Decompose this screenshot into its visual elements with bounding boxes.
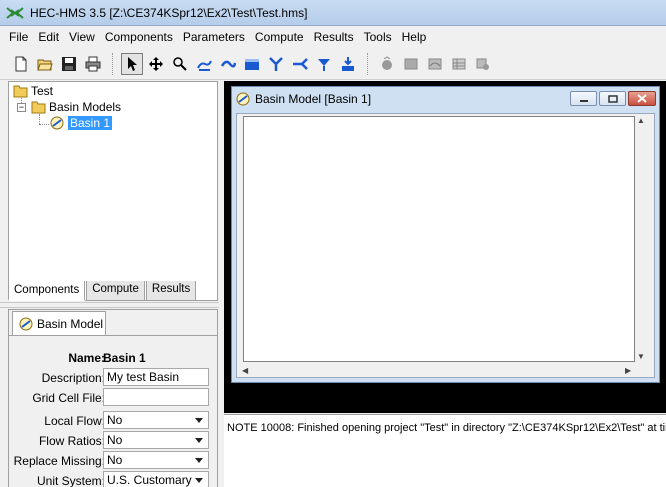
tab-components[interactable]: Components [8,281,86,301]
basin-canvas[interactable] [243,116,635,362]
watershed-explorer-tree: Test − Basin Models Basin 1 [8,81,218,301]
tree-project-label: Test [31,84,54,98]
reservoir-icon[interactable] [241,53,263,75]
basin-model-icon [50,116,64,130]
open-icon[interactable] [34,53,56,75]
message-log: NOTE 10008: Finished opening project "Te… [224,414,666,487]
tree-connector [39,114,40,124]
junction-icon[interactable] [265,53,287,75]
tree-basin-models-label: Basin Models [49,100,122,114]
save-icon[interactable] [58,53,80,75]
run-icon [376,53,398,75]
scroll-up-arrow[interactable]: ▲ [637,116,645,125]
arrow-select-icon[interactable] [121,52,143,75]
name-label: Name: [68,351,105,365]
menu-bar: File Edit View Components Parameters Com… [0,26,666,48]
menu-edit[interactable]: Edit [33,30,64,44]
menu-help[interactable]: Help [397,30,432,44]
reach-icon[interactable] [217,53,239,75]
tree-collapse-toggle[interactable]: − [17,103,26,112]
tree-connector [39,124,49,125]
editor-form: Name: Basin 1 Description: My test Basin… [9,335,217,487]
chevron-down-icon [195,477,203,483]
minimize-icon [579,99,588,102]
print-icon[interactable] [82,53,104,75]
diversion-icon[interactable] [289,53,311,75]
scroll-down-arrow[interactable]: ▼ [637,352,645,361]
toolbar-separator [112,52,113,75]
unit-system-select[interactable]: U.S. Customary [103,471,209,487]
local-flow-value: No [107,413,123,427]
close-button[interactable] [628,91,656,106]
scroll-left-arrow[interactable]: ◀ [242,366,248,375]
tab-results[interactable]: Results [145,281,197,301]
grid-cell-file-field[interactable] [103,388,209,406]
replace-missing-value: No [107,453,123,467]
unit-system-value: U.S. Customary [107,473,192,487]
local-flow-label: Local Flow: [44,414,105,428]
replace-missing-label: Replace Missing: [13,454,105,468]
tree-item-project[interactable]: Test [13,84,53,98]
disabled-tool-icon-3 [448,53,470,75]
title-bar: HEC-HMS 3.5 [Z:\CE374KSpr12\Ex2\Test\Tes… [0,0,666,26]
tree-basin-1-label: Basin 1 [68,116,113,130]
unit-system-label: Unit System: [36,474,105,487]
editor-tab-label: Basin Model [37,316,104,331]
flow-ratios-label: Flow Ratios: [38,434,105,448]
sink-icon[interactable] [337,53,359,75]
explorer-tabs: Components Compute Results [8,281,197,301]
grid-cell-file-label: Grid Cell File: [32,391,105,405]
menu-view[interactable]: View [64,30,100,44]
basin-model-window: Basin Model [Basin 1] ▲ ▼ ◀ ▶ [231,86,660,383]
tree-item-basin-1[interactable]: Basin 1 [50,116,113,130]
folder-icon [13,85,28,98]
component-editor: Basin Model Name: Basin 1 Description: M… [8,309,218,487]
new-icon[interactable] [10,53,32,75]
menu-components[interactable]: Components [100,30,178,44]
description-label: Description: [41,371,105,385]
source-icon[interactable] [313,53,335,75]
replace-missing-select[interactable]: No [103,451,209,469]
maximize-icon [607,94,618,103]
disabled-tool-icon-4 [472,53,494,75]
chevron-down-icon [195,457,203,463]
description-field[interactable]: My test Basin [103,368,209,386]
local-flow-select[interactable]: No [103,411,209,429]
log-message: NOTE 10008: Finished opening project "Te… [227,422,666,434]
tab-basin-model[interactable]: Basin Model [12,311,106,335]
menu-compute[interactable]: Compute [250,30,309,44]
basin-model-icon [236,92,250,106]
menu-results[interactable]: Results [309,30,359,44]
disabled-tool-icon-2 [424,53,446,75]
tree-connector [21,98,22,103]
tab-compute[interactable]: Compute [86,281,145,301]
flow-ratios-select[interactable]: No [103,431,209,449]
menu-file[interactable]: File [4,30,33,44]
horizontal-splitter[interactable] [0,302,222,308]
basin-model-icon [19,317,33,330]
toolbar-separator-2 [367,52,368,75]
scroll-right-arrow[interactable]: ▶ [625,366,631,375]
pan-icon[interactable] [145,53,167,75]
name-value: Basin 1 [103,351,146,365]
toolbar [0,48,666,80]
minimize-button[interactable] [570,91,597,106]
basin-window-title: Basin Model [Basin 1] [255,92,372,106]
chevron-down-icon [195,417,203,423]
menu-parameters[interactable]: Parameters [178,30,250,44]
disabled-tool-icon-1 [400,53,422,75]
subbasin-icon[interactable] [193,53,215,75]
flow-ratios-value: No [107,433,123,447]
basin-map-area: ▲ ▼ ◀ ▶ [236,113,655,378]
menu-tools[interactable]: Tools [359,30,397,44]
zoom-icon[interactable] [169,53,191,75]
hec-hms-app-icon [6,6,24,19]
maximize-button[interactable] [599,91,626,106]
window-title: HEC-HMS 3.5 [Z:\CE374KSpr12\Ex2\Test\Tes… [30,5,308,20]
folder-icon [31,101,46,114]
tree-item-basin-models[interactable]: Basin Models [31,100,121,114]
close-icon [637,94,647,103]
chevron-down-icon [195,437,203,443]
